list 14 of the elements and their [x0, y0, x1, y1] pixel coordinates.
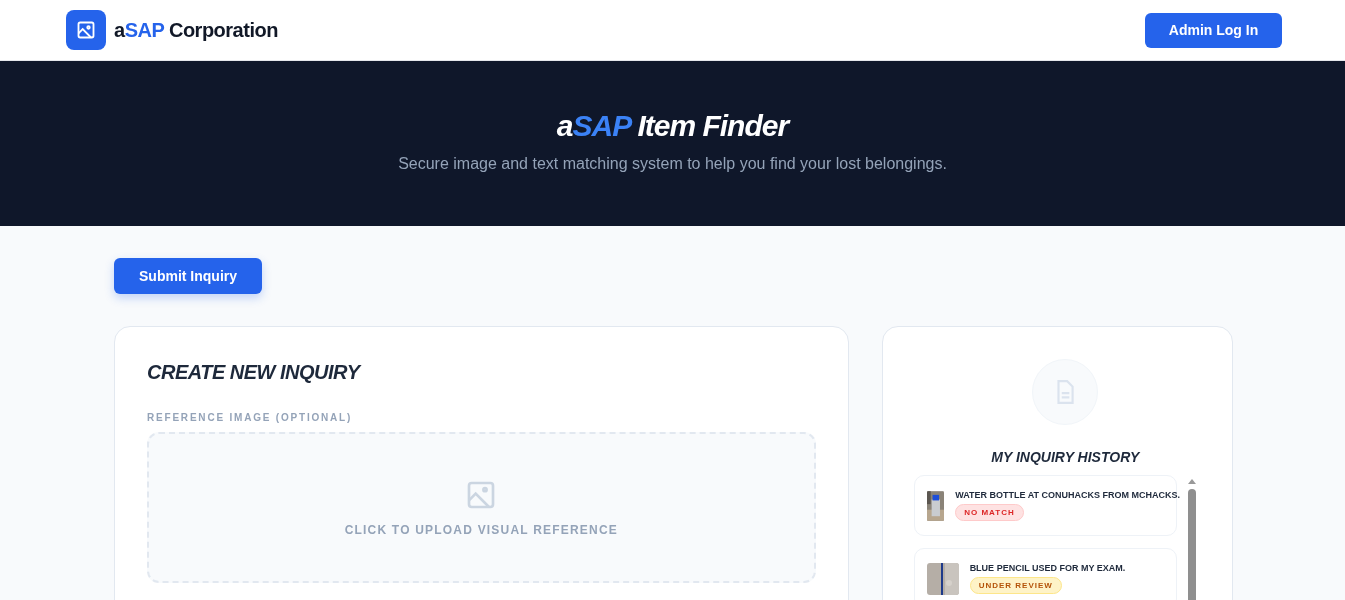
form-title: CREATE NEW INQUIRY — [147, 361, 363, 384]
history-title: MY INQUIRY HISTORY — [991, 449, 1140, 465]
inquiry-title: BLUE PENCIL USED FOR MY EXAM. — [969, 563, 1126, 573]
hero-title: aSAP Item Finder — [556, 109, 789, 143]
field-label: REFERENCE IMAGE (OPTIONAL) — [147, 412, 354, 423]
status-badge: UNDER REVIEW — [969, 577, 1062, 594]
admin-login-button[interactable]: Admin Log In — [1145, 12, 1282, 48]
submit-inquiry-button[interactable]: Submit Inquiry — [114, 258, 262, 294]
hero-subtitle: Secure image and text matching system to help you find your lost belongings. — [398, 155, 947, 173]
inquiry-item[interactable]: BLUE PENCIL USED FOR MY EXAM. UNDER REVIEW — [913, 548, 1177, 600]
status-badge: NO MATCH — [955, 504, 1024, 521]
logo-icon — [66, 10, 106, 50]
upload-text: CLICK TO UPLOAD VISUAL REFERENCE — [344, 522, 618, 537]
brand-name[interactable]: aSAP Corporation — [114, 18, 278, 42]
